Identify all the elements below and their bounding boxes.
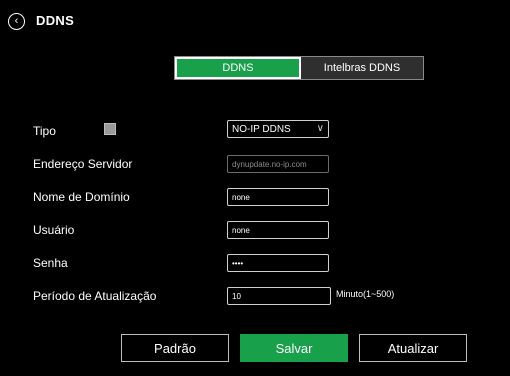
tab-bar: DDNS Intelbras DDNS (174, 56, 424, 80)
endereco-servidor-label: Endereço Servidor (33, 157, 133, 171)
usuario-input[interactable] (227, 221, 329, 239)
page-title: DDNS (36, 13, 75, 28)
padrao-button[interactable]: Padrão (121, 334, 229, 362)
ddns-settings-page: ‹ DDNS DDNS Intelbras DDNS Tipo NO-IP DD… (0, 0, 510, 376)
periodo-unit: Minuto(1~500) (336, 289, 395, 299)
periodo-input[interactable] (227, 287, 331, 305)
tab-ddns[interactable]: DDNS (175, 57, 301, 79)
nome-dominio-input[interactable] (227, 188, 329, 206)
usuario-label: Usuário (33, 223, 75, 237)
tab-intelbras-ddns[interactable]: Intelbras DDNS (301, 57, 423, 79)
tipo-label: Tipo (33, 124, 56, 138)
senha-input[interactable] (227, 254, 329, 272)
periodo-label: Período de Atualização (33, 289, 157, 303)
tipo-select[interactable]: NO-IP DDNS ∨ (227, 120, 329, 138)
tipo-select-value: NO-IP DDNS (232, 123, 291, 135)
back-icon[interactable]: ‹ (8, 13, 25, 30)
senha-label: Senha (33, 256, 68, 270)
atualizar-button[interactable]: Atualizar (359, 334, 467, 362)
chevron-down-icon: ∨ (316, 123, 324, 134)
nome-dominio-label: Nome de Domínio (33, 190, 130, 204)
enable-checkbox[interactable] (104, 123, 116, 135)
salvar-button[interactable]: Salvar (240, 334, 348, 362)
endereco-servidor-input (227, 155, 329, 173)
